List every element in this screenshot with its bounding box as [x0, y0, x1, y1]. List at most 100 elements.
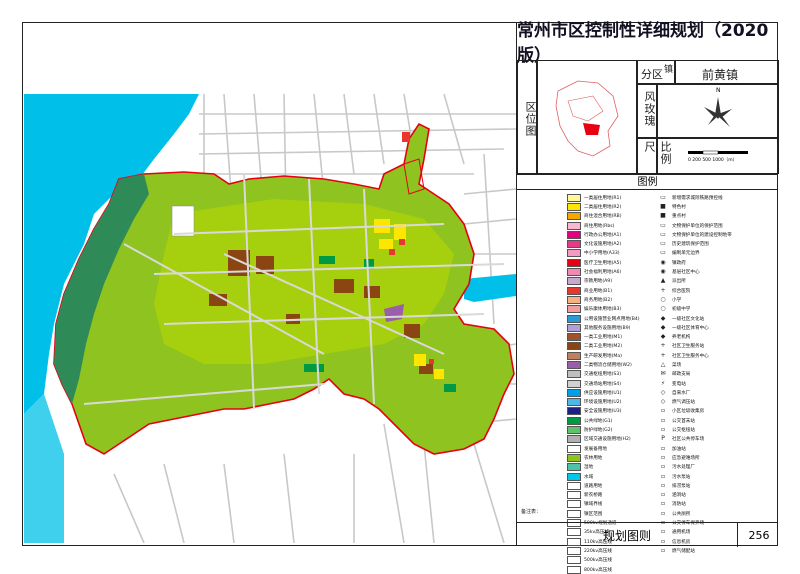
legend-label: 二类物流仓储用地(W2) — [584, 362, 632, 368]
legend-swatch — [567, 435, 581, 444]
legend-symbol-icon: ▲ — [660, 277, 666, 285]
legend-symbol-icon: ○ — [660, 305, 666, 313]
legend-swatch — [567, 416, 581, 425]
legend-item: ◇ 自来水厂 — [657, 388, 782, 397]
title-block-panel: 常州市区控制性详细规划（2020版） 区位图 分区 镇 前黄镇 风玫瑰 N 比例… — [516, 21, 779, 574]
legend-item: ◉ 镇政府 — [657, 258, 782, 267]
legend-symbol-icon: + — [660, 286, 666, 294]
legend-label: 新增需求城际铁路预控线 — [672, 195, 723, 201]
legend-label: 一类居住用地(R1) — [584, 195, 622, 201]
north-label: N — [716, 87, 721, 94]
district-label-cell: 分区 镇 — [637, 60, 675, 84]
legend-label: 中小学用地(A33) — [584, 251, 620, 257]
legend-swatch — [567, 444, 581, 453]
scale-label-cell: 比例尺 — [637, 138, 672, 174]
legend-label: 宗教用地(A9) — [584, 279, 613, 285]
legend-label: 变电站 — [672, 381, 686, 387]
legend-label: 派出所 — [672, 279, 686, 285]
legend-label: 二类居住用地(R2) — [584, 204, 622, 210]
legend-symbol-icon: ◉ — [660, 268, 666, 276]
legend-symbol-icon: ■ — [660, 212, 666, 220]
location-map-label-cell: 区位图 — [517, 60, 537, 174]
footer-bar: 规划图则 256 — [517, 522, 778, 547]
legend-symbol-icon: ◇ — [660, 388, 666, 396]
legend-symbol-icon: ◆ — [660, 314, 666, 322]
land-use-map[interactable] — [24, 24, 516, 543]
wind-rose-cell: N — [657, 84, 779, 138]
legend-symbol-icon: ▭ — [660, 240, 666, 248]
legend-item: ▫ 公共厕所 — [657, 509, 782, 518]
legend-label: 编制单元边界 — [672, 251, 700, 257]
legend-swatch — [567, 221, 581, 230]
legend-swatch — [567, 463, 581, 472]
legend-item: 500kv高压线 — [567, 556, 692, 565]
legend-symbol-icon: ✉ — [660, 370, 666, 378]
legend-swatch — [567, 333, 581, 342]
legend-label: 涵洞站 — [672, 493, 686, 499]
legend-item: ▲ 派出所 — [657, 277, 782, 286]
legend-label: 农林用地 — [584, 455, 603, 461]
legend-label: 交通枢纽用地(S3) — [584, 372, 621, 378]
legend-symbol-icon: ◉ — [660, 258, 666, 266]
legend-item: ■ 重点村 — [657, 212, 782, 221]
legend-symbol-icon: ◆ — [660, 323, 666, 331]
legend-item: ▭ 文物保护单位的建设控制地带 — [657, 230, 782, 239]
legend-label: 生产研发用地(Ma) — [584, 353, 622, 359]
legend-label: 重点村 — [672, 214, 686, 220]
lake-shore-water — [24, 394, 64, 543]
legend-item: + 综合医院 — [657, 286, 782, 295]
legend-item: ▫ 公交枢纽站 — [657, 425, 782, 434]
wind-rose-label-cell: 风玫瑰 — [637, 84, 657, 138]
legend-label: 800kv高压线 — [584, 567, 612, 573]
page-title: 常州市区控制性详细规划（2020版） — [517, 21, 778, 66]
legend-symbol-icon: ▫ — [660, 491, 666, 499]
legend-item: △ 菜场 — [657, 360, 782, 369]
legend-symbol-icon: ◆ — [660, 333, 666, 341]
legend-symbol-icon: ▫ — [660, 546, 666, 554]
legend-item: ▭ 新增需求城际铁路预控线 — [657, 193, 782, 202]
legend-label: 社区卫生服务站 — [672, 344, 705, 350]
legend-label: 商业用地(B1) — [584, 288, 613, 294]
legend-symbol-icon: + — [660, 342, 666, 350]
legend-label: 应急避难场所 — [672, 455, 700, 461]
legend-swatch — [567, 491, 581, 500]
legend-item: ◆ 一级社区文化站 — [657, 314, 782, 323]
legend-label: 公交枢纽站 — [672, 428, 695, 434]
legend-swatch — [567, 360, 581, 369]
legend-item: ▫ 燃气储配站 — [657, 546, 782, 555]
legend-label: 水域 — [584, 474, 594, 480]
legend-item: ✉ 邮政支局 — [657, 370, 782, 379]
legend-symbol-icon: ▫ — [660, 500, 666, 508]
legend-label: 邮政支局 — [672, 372, 691, 378]
footer-title: 规划图则 — [602, 528, 651, 543]
legend-swatch — [567, 556, 581, 565]
legend-item: ▫ 消防站 — [657, 500, 782, 509]
legend-label: 行政办公用地(A1) — [584, 232, 622, 238]
legend-label: 初级中学 — [672, 307, 691, 313]
legend-swatch — [567, 193, 581, 202]
legend-swatch — [567, 565, 581, 574]
legend-title: 图例 — [517, 174, 778, 190]
legend-swatch — [567, 240, 581, 249]
legend-label: 燃气储配站 — [672, 548, 695, 554]
legend-label: 交通场站用地(S4) — [584, 381, 621, 387]
legend-swatch — [567, 500, 581, 509]
legend-swatch — [567, 426, 581, 435]
legend-symbol-icon: ○ — [660, 295, 666, 303]
legend-label: 湿地 — [584, 465, 594, 471]
legend-item: ■ 特色村 — [657, 202, 782, 211]
legend-label: 自来水厂 — [672, 390, 691, 396]
legend-item: ◇ 燃气调压站 — [657, 398, 782, 407]
legend-label: 其他服务设施用地(B9) — [584, 325, 631, 331]
legend-label: 综合医院 — [672, 288, 691, 294]
legend-item: + 社区卫生服务中心 — [657, 351, 782, 360]
legend-label: 商务用地(B2) — [584, 297, 613, 303]
legend-label: 商住混合用地(RB) — [584, 214, 622, 220]
legend-label: 社会福利用地(A6) — [584, 270, 622, 276]
legend-label: 供应设施用地(U1) — [584, 390, 622, 396]
legend-swatch — [567, 258, 581, 267]
location-map-cell — [537, 60, 637, 174]
legend-symbol-icon: ▫ — [660, 416, 666, 424]
town-name-cell: 前黄镇 — [675, 60, 779, 84]
legend-label: 环境设施用地(U2) — [584, 400, 622, 406]
